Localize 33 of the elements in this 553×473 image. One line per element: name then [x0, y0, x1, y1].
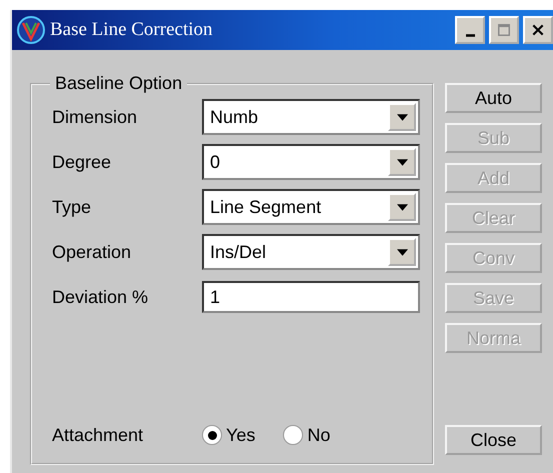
- dropdown[interactable]: Numb: [202, 99, 420, 135]
- dropdown[interactable]: Line Segment: [202, 189, 420, 225]
- field-label: Attachment: [52, 424, 144, 446]
- input-field[interactable]: 1: [202, 281, 420, 313]
- maximize-icon: [497, 23, 511, 37]
- close-icon: [531, 23, 545, 37]
- dropdown[interactable]: 0: [202, 144, 420, 180]
- caret-icon: [396, 248, 408, 256]
- radio-option[interactable]: No: [283, 424, 330, 446]
- group-title: Baseline Option: [50, 73, 188, 94]
- field-label: Dimension: [52, 106, 138, 128]
- caret-icon: [396, 158, 408, 166]
- dropdown-arrow-button[interactable]: [388, 238, 416, 266]
- close-button[interactable]: [523, 16, 553, 44]
- dropdown-arrow-button[interactable]: [388, 193, 416, 221]
- minimize-button[interactable]: [455, 16, 485, 44]
- close-dialog-button[interactable]: Close: [445, 425, 542, 455]
- minimize-icon: [466, 34, 474, 36]
- field-label: Degree: [52, 152, 112, 172]
- action-button[interactable]: Auto: [445, 83, 542, 113]
- radio-option[interactable]: Yes: [202, 424, 256, 446]
- app-logo-icon: [16, 15, 46, 45]
- caret-icon: [396, 204, 408, 210]
- radio-button[interactable]: [202, 425, 222, 445]
- dropdown[interactable]: Ins/Del: [202, 234, 420, 270]
- caret-icon: [396, 114, 408, 120]
- window-title: Base Line Correction: [50, 19, 214, 41]
- field-label: Type: [52, 196, 92, 218]
- dropdown-arrow-button[interactable]: [388, 103, 416, 131]
- field-label: Operation: [52, 242, 132, 262]
- dropdown-arrow-button[interactable]: [388, 148, 416, 176]
- radio-button[interactable]: [283, 425, 304, 445]
- field-label: Deviation %: [52, 286, 150, 308]
